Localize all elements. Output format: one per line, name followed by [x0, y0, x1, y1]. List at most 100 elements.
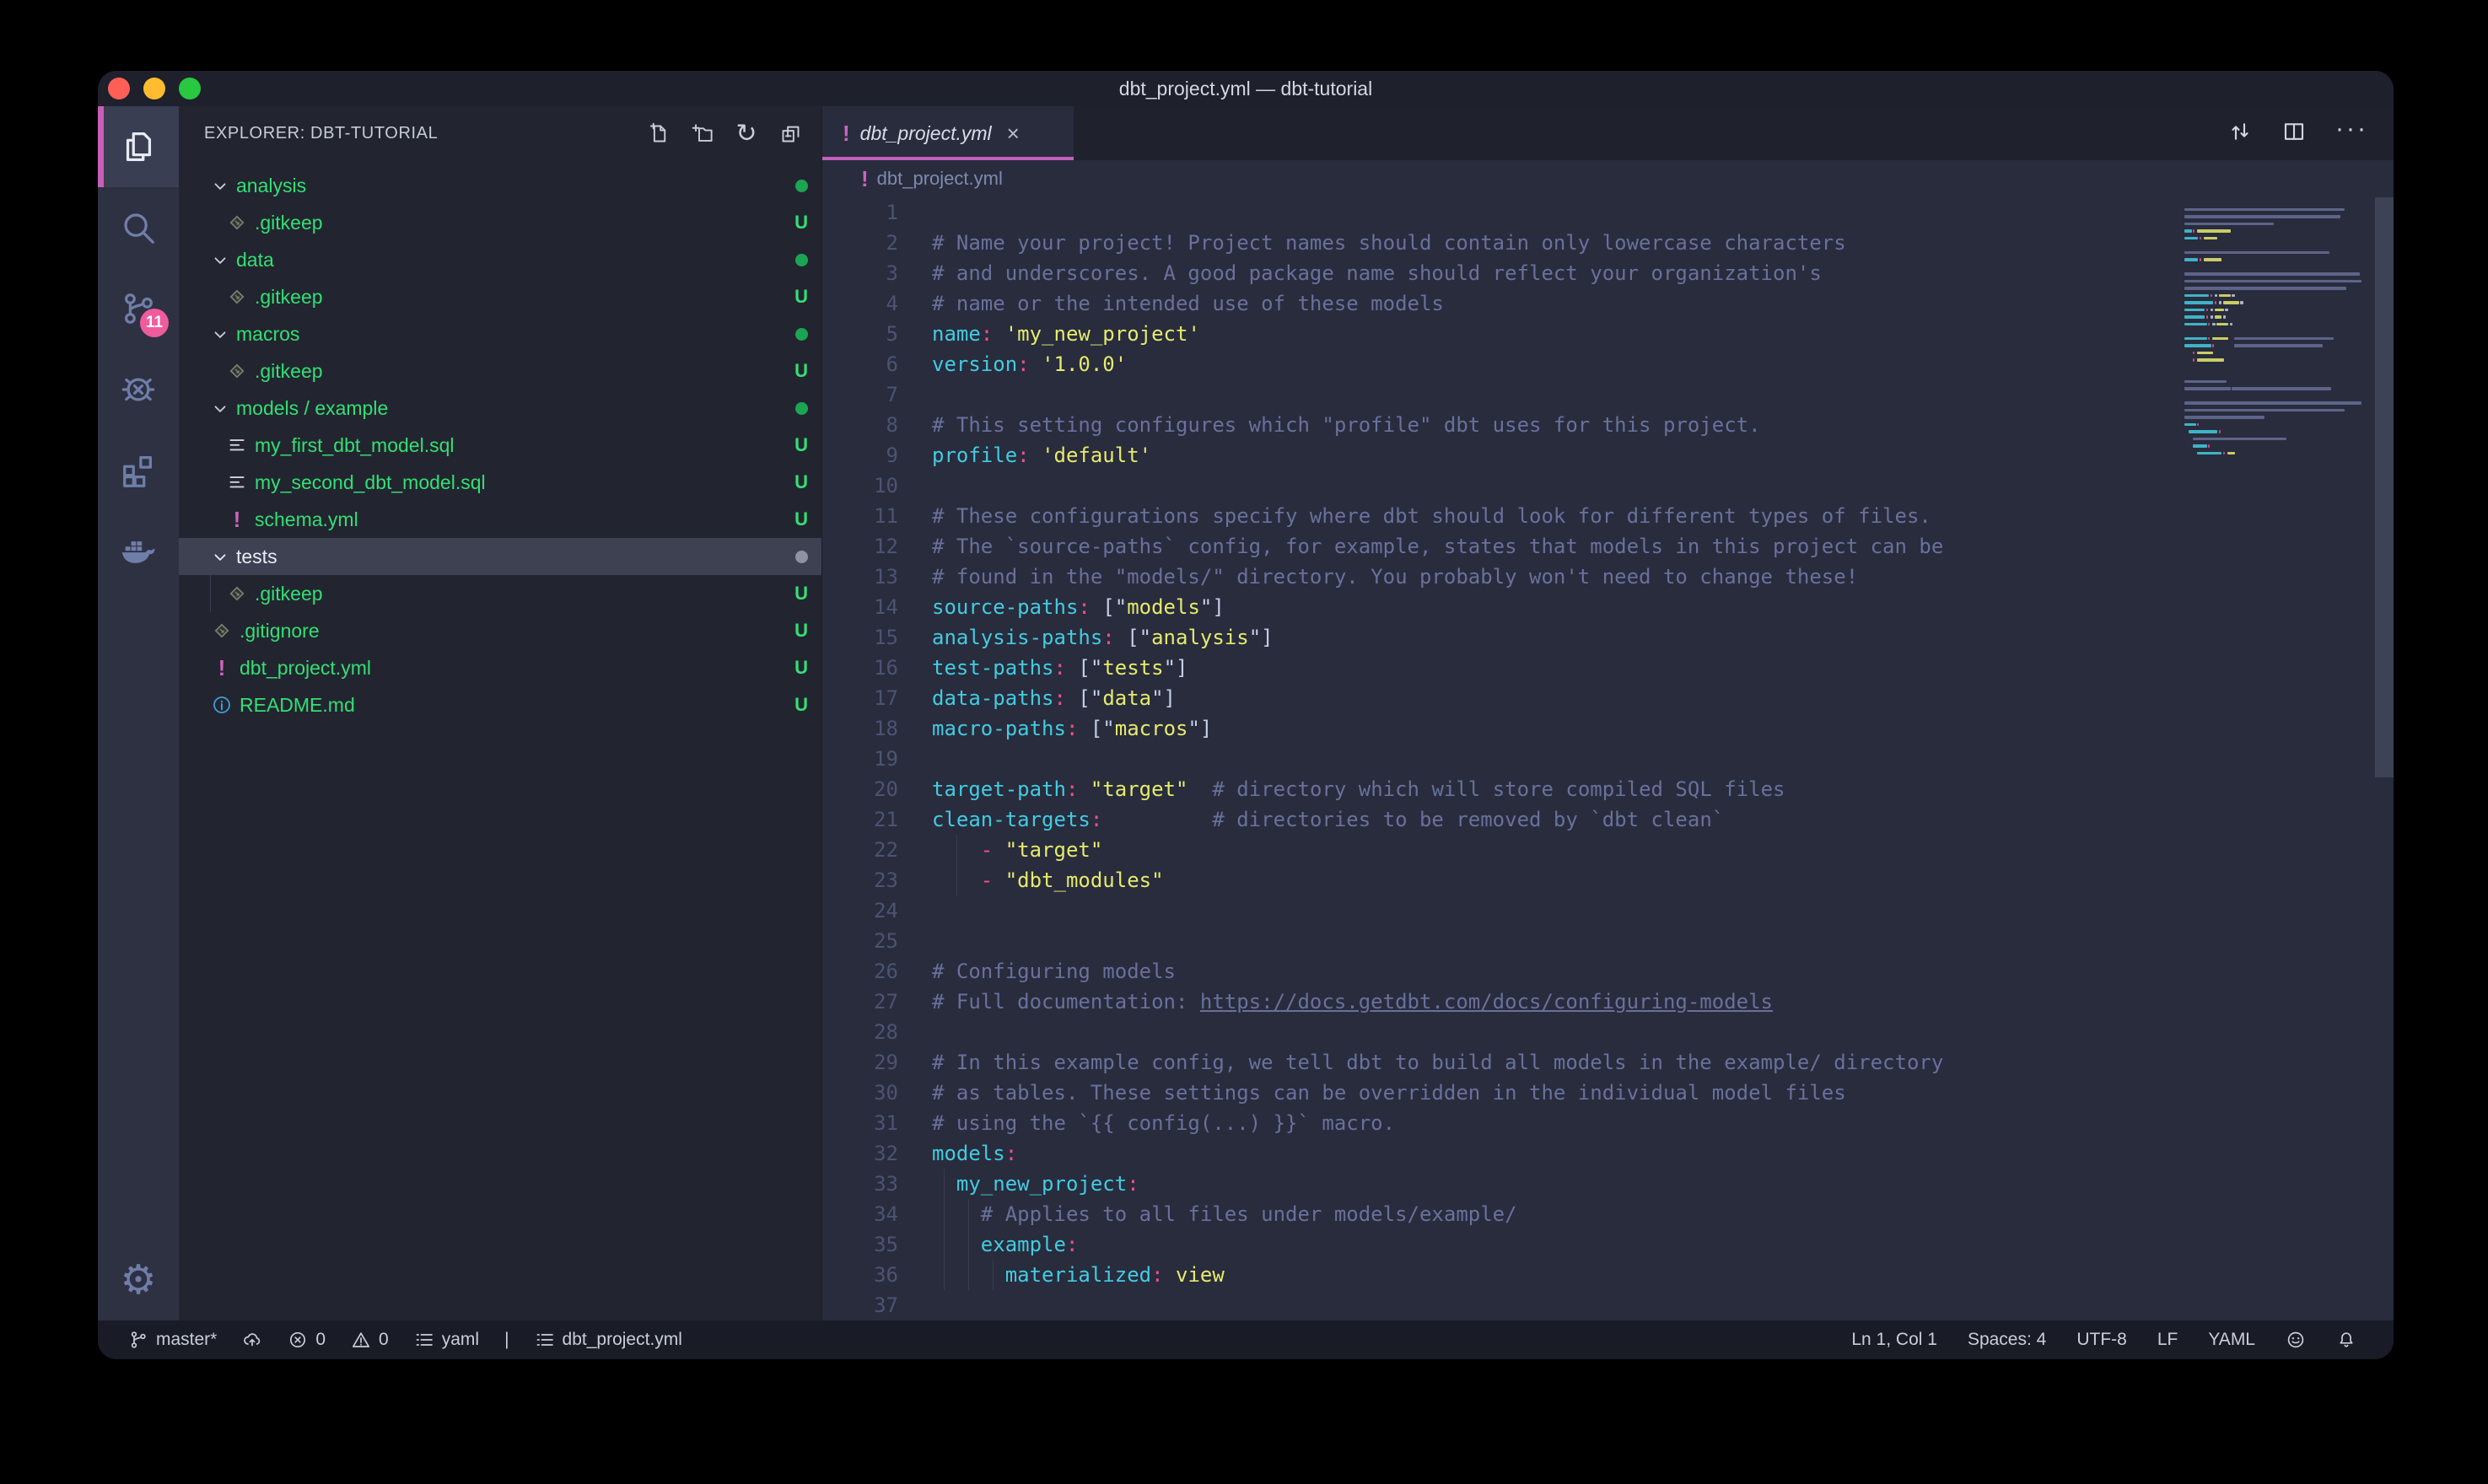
code-line-32[interactable]: 32models: [822, 1138, 2394, 1169]
status-yaml[interactable]: YAML [2208, 1330, 2255, 1350]
status-error[interactable]: 0 [288, 1330, 326, 1350]
code-line-12[interactable]: 12# The `source-paths` config, for examp… [822, 531, 2394, 562]
status-label: 0 [315, 1330, 326, 1350]
split-editor-icon[interactable] [2281, 119, 2307, 148]
tab-close-icon[interactable]: × [1007, 121, 1020, 147]
tree-file-dbt-project-yml[interactable]: !dbt_project.ymlU [179, 649, 821, 686]
code-line-27[interactable]: 27# Full documentation: https://docs.get… [822, 987, 2394, 1017]
tree-item-label: schema.yml [255, 508, 358, 531]
new-file-icon[interactable] [646, 121, 671, 146]
code-line-30[interactable]: 30# as tables. These settings can be ove… [822, 1078, 2394, 1108]
tree-file--gitkeep[interactable]: .gitkeepU [179, 575, 821, 612]
code-line-25[interactable]: 25 [822, 926, 2394, 956]
tab-dbt-project-yml[interactable]: ! dbt_project.yml × [822, 106, 1074, 160]
close-window-button[interactable] [108, 78, 130, 99]
code-line-31[interactable]: 31# using the `{{ config(...) }}` macro. [822, 1108, 2394, 1138]
tree-file-my-first-dbt-model-sql[interactable]: my_first_dbt_model.sqlU [179, 427, 821, 464]
tree-folder-models-example[interactable]: models / example [179, 390, 821, 427]
status-list[interactable]: dbt_project.yml [535, 1330, 682, 1350]
tree-folder-macros[interactable]: macros [179, 315, 821, 352]
status-spaces-4[interactable]: Spaces: 4 [1968, 1330, 2046, 1350]
status-bell[interactable] [2336, 1330, 2356, 1350]
zoom-window-button[interactable] [179, 78, 201, 99]
tree-file-my-second-dbt-model-sql[interactable]: my_second_dbt_model.sqlU [179, 464, 821, 501]
code-line-22[interactable]: 22 - "target" [822, 835, 2394, 865]
code-line-11[interactable]: 11# These configurations specify where d… [822, 501, 2394, 531]
code-line-7[interactable]: 7 [822, 379, 2394, 410]
more-actions-icon[interactable]: ··· [2335, 126, 2368, 141]
refresh-icon[interactable]: ↻ [734, 121, 759, 146]
code-line-21[interactable]: 21clean-targets: # directories to be rem… [822, 804, 2394, 835]
code-line-19[interactable]: 19 [822, 744, 2394, 774]
scrollbar-thumb[interactable] [2375, 197, 2394, 777]
tree-file-readme-md[interactable]: README.mdU [179, 686, 821, 723]
tree-folder-analysis[interactable]: analysis [179, 167, 821, 204]
activity-bar-settings-icon[interactable]: ⚙ [98, 1239, 179, 1320]
activity-bar-docker-icon[interactable] [98, 511, 179, 592]
code-line-26[interactable]: 26# Configuring models [822, 956, 2394, 987]
code-line-24[interactable]: 24 [822, 895, 2394, 926]
code-editor[interactable]: 12# Name your project! Project names sho… [822, 197, 2394, 1320]
tree-file-schema-yml[interactable]: !schema.ymlU [179, 501, 821, 538]
code-line-29[interactable]: 29# In this example config, we tell dbt … [822, 1047, 2394, 1078]
code-line-13[interactable]: 13# found in the "models/" directory. Yo… [822, 562, 2394, 592]
status-utf-8[interactable]: UTF-8 [2076, 1330, 2127, 1350]
code-line-36[interactable]: 36 materialized: view [822, 1260, 2394, 1290]
code-line-33[interactable]: 33 my_new_project: [822, 1169, 2394, 1199]
code-line-35[interactable]: 35 example: [822, 1229, 2394, 1260]
code-line-17[interactable]: 17data-paths: ["data"] [822, 683, 2394, 713]
code-line-10[interactable]: 10 [822, 470, 2394, 501]
code-line-4[interactable]: 4# name or the intended use of these mod… [822, 288, 2394, 319]
minimize-window-button[interactable] [143, 78, 165, 99]
code-line-1[interactable]: 1 [822, 197, 2394, 228]
code-text: # These configurations specify where dbt… [932, 501, 1931, 531]
status-warning[interactable]: 0 [351, 1330, 389, 1350]
code-line-23[interactable]: 23 - "dbt_modules" [822, 865, 2394, 895]
status-lf[interactable]: LF [2157, 1330, 2178, 1350]
status-branch[interactable]: master* [128, 1330, 217, 1350]
minimap-line [2184, 364, 2372, 372]
minimap[interactable] [2184, 199, 2372, 465]
tree-file--gitkeep[interactable]: .gitkeepU [179, 204, 821, 241]
git-file-icon [211, 620, 233, 642]
code-line-5[interactable]: 5name: 'my_new_project' [822, 319, 2394, 349]
activity-bar-explorer-icon[interactable] [98, 106, 179, 187]
activity-bar-extensions-icon[interactable] [98, 430, 179, 511]
activity-bar-search-icon[interactable] [98, 187, 179, 268]
activity-bar-debug-icon[interactable] [98, 349, 179, 430]
code-line-20[interactable]: 20target-path: "target" # directory whic… [822, 774, 2394, 804]
tree-file--gitkeep[interactable]: .gitkeepU [179, 278, 821, 315]
editor-scrollbar[interactable] [2375, 197, 2394, 1320]
tree-folder-data[interactable]: data [179, 241, 821, 278]
bell-icon [2336, 1330, 2356, 1350]
status-smiley[interactable] [2286, 1330, 2306, 1350]
open-changes-icon[interactable] [2227, 119, 2253, 148]
code-line-8[interactable]: 8# This setting configures which "profil… [822, 410, 2394, 440]
code-line-9[interactable]: 9profile: 'default' [822, 440, 2394, 470]
new-folder-icon[interactable] [690, 121, 715, 146]
code-line-16[interactable]: 16test-paths: ["tests"] [822, 653, 2394, 683]
tree-folder-tests[interactable]: tests [179, 538, 821, 575]
code-line-34[interactable]: 34 # Applies to all files under models/e… [822, 1199, 2394, 1229]
code-line-14[interactable]: 14source-paths: ["models"] [822, 592, 2394, 622]
code-line-3[interactable]: 3# and underscores. A good package name … [822, 258, 2394, 288]
collapse-all-icon[interactable] [778, 121, 803, 146]
code-line-6[interactable]: 6version: '1.0.0' [822, 349, 2394, 379]
code-line-18[interactable]: 18macro-paths: ["macros"] [822, 713, 2394, 744]
breadcrumb[interactable]: ! dbt_project.yml [822, 160, 2394, 197]
minimap-line [2184, 293, 2372, 300]
line-number: 4 [822, 288, 898, 319]
code-text: # This setting configures which "profile… [932, 410, 1761, 440]
minimap-line [2184, 414, 2372, 422]
code-line-15[interactable]: 15analysis-paths: ["analysis"] [822, 622, 2394, 653]
status-cloud-upload[interactable] [242, 1330, 262, 1350]
tree-file--gitignore[interactable]: .gitignoreU [179, 612, 821, 649]
line-number: 10 [822, 470, 898, 501]
code-line-28[interactable]: 28 [822, 1017, 2394, 1047]
status-list[interactable]: yaml [414, 1330, 479, 1350]
tree-file--gitkeep[interactable]: .gitkeepU [179, 352, 821, 390]
status-ln-1-col-1[interactable]: Ln 1, Col 1 [1851, 1330, 1937, 1350]
code-line-2[interactable]: 2# Name your project! Project names shou… [822, 228, 2394, 258]
activity-bar-source-control-icon[interactable]: 11 [98, 268, 179, 349]
code-line-37[interactable]: 37 [822, 1290, 2394, 1320]
